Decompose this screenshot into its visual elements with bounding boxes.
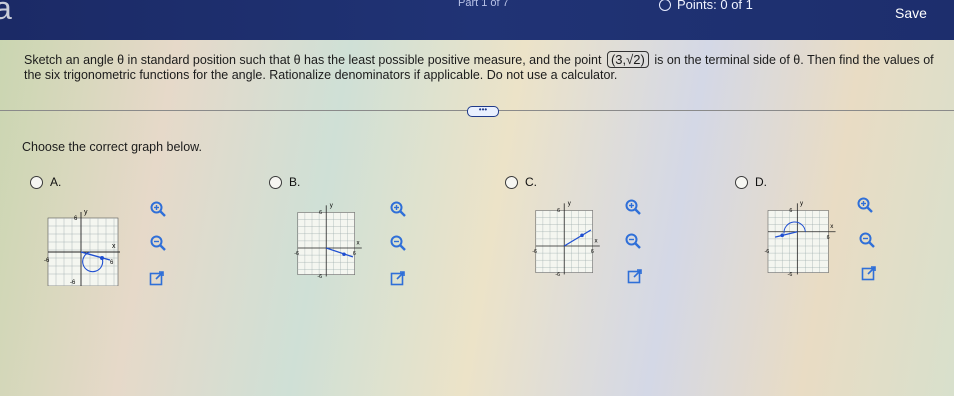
save-button[interactable]: Save: [876, 2, 946, 24]
graph-a-ylabel: y: [84, 209, 88, 216]
option-c-label: C.: [525, 175, 537, 189]
option-b-zoom-out-icon[interactable]: [388, 233, 408, 253]
graph-d-ylabel: y: [800, 200, 804, 207]
graph-c-xpos: 6: [591, 249, 594, 255]
graph-b-xneg: -6: [294, 251, 299, 257]
points-text: Points: 0 of 1: [677, 0, 753, 12]
option-b-label: B.: [289, 175, 301, 189]
option-a-popout-icon[interactable]: [148, 269, 165, 286]
graph-a-xlabel: x: [112, 243, 116, 250]
graph-d-xlabel: x: [830, 223, 834, 230]
option-b[interactable]: B.: [269, 175, 300, 189]
graph-d-ytop: 6: [789, 208, 792, 214]
graph-c-xlabel: x: [594, 237, 598, 244]
option-c-zoom-in-icon[interactable]: [623, 197, 643, 217]
option-d-zoom-out-icon[interactable]: [857, 230, 877, 250]
points-indicator: Points: 0 of 1: [659, 0, 753, 12]
option-a-label: A.: [50, 175, 62, 189]
option-b-radio[interactable]: [269, 175, 282, 189]
graph-b-yneg: -6: [317, 274, 322, 280]
option-d-popout-icon[interactable]: [860, 264, 877, 281]
graph-c-ytop: 6: [557, 208, 560, 214]
question-point: (3,√2): [606, 51, 649, 68]
top-bar: a Part 1 of 7 Points: 0 of 1 Save: [0, 0, 954, 40]
graph-c: y 6 x -6 6 -6: [532, 200, 600, 278]
question-text: Sketch an angle θ in standard position s…: [24, 51, 944, 83]
graph-b-xpos: 6: [353, 251, 356, 257]
app-logo: a: [0, 0, 12, 26]
option-c-zoom-out-icon[interactable]: [623, 231, 643, 251]
option-d-radio[interactable]: [735, 175, 748, 189]
option-a-zoom-in-icon[interactable]: [148, 199, 168, 219]
option-b-popout-icon[interactable]: [389, 269, 406, 286]
graph-b: y 6 x -6 6 -6: [294, 202, 362, 280]
part-indicator: Part 1 of 7: [458, 0, 509, 9]
option-c[interactable]: C.: [505, 175, 537, 189]
graph-a-yneg: -6: [70, 280, 76, 286]
more-button[interactable]: •••: [467, 106, 499, 117]
option-a-zoom-out-icon[interactable]: [148, 233, 168, 253]
option-d-zoom-in-icon[interactable]: [855, 195, 875, 215]
graph-b-xlabel: x: [356, 239, 360, 246]
graph-d: y 6 x -6 6 -6: [764, 200, 836, 278]
option-c-popout-icon[interactable]: [626, 267, 643, 284]
graph-d-xneg: -6: [764, 249, 769, 255]
graph-c-yneg: -6: [555, 272, 560, 278]
option-c-radio[interactable]: [505, 175, 518, 189]
graph-a: y 6 x -6 6 -6: [44, 209, 120, 286]
graph-c-xneg: -6: [532, 249, 537, 255]
option-d-label: D.: [755, 175, 767, 189]
graph-c-ylabel: y: [568, 200, 572, 207]
option-d[interactable]: D.: [735, 175, 767, 189]
graph-d-xpos: 6: [827, 235, 830, 241]
graph-b-ylabel: y: [330, 202, 334, 209]
question-text-before: Sketch an angle θ in standard position s…: [24, 53, 602, 67]
option-a[interactable]: A.: [30, 175, 61, 189]
option-b-zoom-in-icon[interactable]: [388, 199, 408, 219]
choice-prompt: Choose the correct graph below.: [22, 140, 202, 154]
graph-d-yneg: -6: [788, 272, 793, 278]
points-circle-icon: [659, 0, 671, 11]
graph-a-xneg: -6: [44, 258, 50, 264]
option-a-radio[interactable]: [30, 175, 43, 189]
graph-b-ytop: 6: [319, 210, 322, 216]
